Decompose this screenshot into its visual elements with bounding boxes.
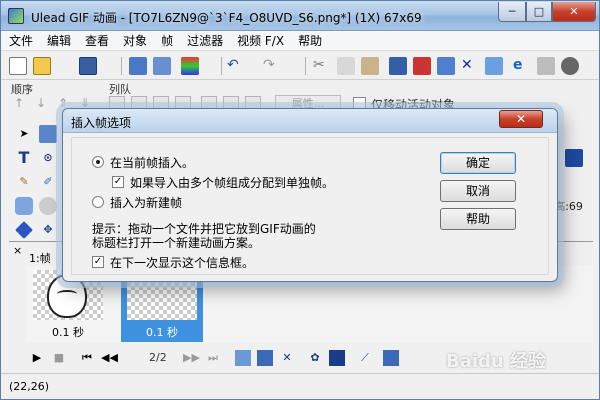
eraser-icon[interactable] [15, 197, 33, 215]
cursor-coordinates: (22,26) [9, 380, 50, 393]
help-button[interactable]: 帮助 [440, 208, 516, 230]
move-down-icon[interactable]: ↓ [35, 96, 47, 110]
frame-panel-label: 1:帧 [29, 252, 51, 265]
minimize-button[interactable]: ─ [498, 2, 526, 22]
toolbar-separator [221, 57, 222, 75]
frame-delay: 0.1 秒 [52, 326, 84, 339]
shape-tool-icon[interactable] [15, 221, 33, 239]
undo-icon[interactable]: ↶ [227, 57, 245, 75]
dialog-title: 插入帧选项 [71, 116, 132, 130]
queue-label: 列队 [109, 83, 131, 96]
insert-before-current-radio[interactable] [92, 156, 104, 168]
cancel-button[interactable]: 取消 [440, 180, 516, 202]
open-folder-icon[interactable] [33, 57, 51, 75]
insert-new-frame-radio[interactable] [92, 196, 104, 208]
menu-video-fx[interactable]: 视频 F/X [237, 32, 284, 49]
hint-line-2: 标题栏打开一个新建动画方案。 [92, 236, 261, 250]
dialog-body: 在当前帧插入。 ✓ 如果导入由多个帧组成分配到单独帧。 插入为新建帧 提示：拖动… [71, 137, 549, 275]
toolbar-separator [121, 57, 122, 75]
status-bar: (22,26) [1, 373, 599, 399]
fill-icon[interactable] [39, 197, 57, 215]
hand-tool-icon[interactable]: ✥ [39, 221, 57, 239]
frame-panel-close-icon[interactable]: × [13, 244, 22, 257]
dialog-close-button[interactable]: ✕ [499, 110, 543, 128]
frame-counter: 2/2 [149, 351, 167, 364]
order-label: 顺序 [11, 83, 33, 96]
stop-icon[interactable]: ■ [51, 350, 67, 366]
delete-frame-icon[interactable]: ✕ [279, 350, 295, 366]
insert-image-icon[interactable] [129, 57, 147, 75]
main-toolbar: ↶ ↷ ✂ ✕ e [1, 52, 599, 80]
menu-view[interactable]: 查看 [85, 32, 109, 49]
properties-icon[interactable] [565, 149, 583, 167]
menu-frame[interactable]: 帧 [161, 32, 173, 49]
palette-icon[interactable] [537, 57, 555, 75]
eyedropper-icon[interactable]: ✐ [39, 173, 57, 191]
menu-filter[interactable]: 过滤器 [187, 32, 223, 49]
insert-new-frame-label: 插入为新建帧 [110, 196, 183, 210]
cut-icon[interactable]: ✂ [313, 57, 331, 75]
help-icon[interactable] [561, 57, 579, 75]
first-frame-icon[interactable]: ⏮ [79, 350, 95, 366]
add-frame-icon[interactable] [235, 350, 251, 366]
redo-icon[interactable]: ↷ [263, 57, 281, 75]
title-bar[interactable]: Ulead GIF 动画 - [TO7L6ZN9@`3`F4_O8UVD_S6.… [1, 1, 599, 31]
duplicate-frame-icon[interactable] [257, 350, 273, 366]
export-icon[interactable] [153, 57, 171, 75]
split-multi-frame-label: 如果导入由多个帧组成分配到单独帧。 [130, 176, 335, 190]
play-icon[interactable]: ▶ [29, 350, 45, 366]
browser-icon[interactable]: e [513, 57, 531, 75]
copy-icon[interactable] [337, 57, 355, 75]
paintbrush-icon[interactable]: ✎ [15, 173, 33, 191]
app-icon [8, 8, 24, 24]
frame-icon[interactable] [389, 57, 407, 75]
insert-before-current-label: 在当前帧插入。 [110, 156, 195, 170]
crop-icon[interactable] [437, 57, 455, 75]
menu-object[interactable]: 对象 [123, 32, 147, 49]
menu-file[interactable]: 文件 [9, 32, 33, 49]
move-up-icon[interactable]: ↑ [13, 96, 25, 110]
banner-text-icon[interactable] [329, 350, 345, 366]
tool-palette: ➤ T ⊙ ✎ ✐ ✥ [9, 121, 63, 241]
preview-icon[interactable] [485, 57, 503, 75]
menu-bar: 文件 编辑 查看 对象 帧 过滤器 视频 F/X 帮助 [1, 31, 599, 51]
marquee-tool-icon[interactable] [39, 125, 57, 143]
show-next-time-label: 在下一次显示这个信息框。 [110, 256, 255, 270]
frame-delay: 0.1 秒 [146, 326, 178, 339]
previous-frame-icon[interactable]: ◀◀ [101, 350, 118, 366]
ok-button[interactable]: 确定 [440, 152, 516, 174]
maximize-button[interactable]: □ [526, 2, 552, 22]
tools-icon[interactable]: ✕ [461, 57, 479, 75]
window-title: Ulead GIF 动画 - [TO7L6ZN9@`3`F4_O8UVD_S6.… [31, 11, 422, 25]
dialog-title-bar[interactable]: 插入帧选项 ✕ [63, 109, 557, 133]
transition-icon[interactable]: ⟋ [357, 350, 373, 366]
text-tool-icon[interactable]: T [15, 149, 33, 167]
frame-properties-icon[interactable] [383, 350, 399, 366]
optimize-icon[interactable] [413, 57, 431, 75]
watermark-logo: Baidu 经验 [446, 351, 547, 372]
magic-wand-icon[interactable]: ⊙ [39, 149, 57, 167]
close-button[interactable]: ✕ [552, 2, 596, 22]
menu-edit[interactable]: 编辑 [47, 32, 71, 49]
toolbar-separator [305, 57, 306, 75]
show-next-time-checkbox[interactable]: ✓ [92, 256, 104, 268]
insert-frame-options-dialog: 插入帧选项 ✕ 在当前帧插入。 ✓ 如果导入由多个帧组成分配到单独帧。 插入为新… [62, 108, 558, 282]
new-file-icon[interactable] [9, 57, 27, 75]
menu-help[interactable]: 帮助 [298, 32, 322, 49]
last-frame-icon[interactable]: ⏭ [205, 350, 221, 366]
tween-icon[interactable]: ✿ [307, 350, 323, 366]
pointer-tool-icon[interactable]: ➤ [15, 125, 33, 143]
paste-icon[interactable] [361, 57, 379, 75]
next-frame-icon[interactable]: ▶▶ [183, 350, 200, 366]
color-palette-icon[interactable] [181, 57, 199, 75]
save-icon[interactable] [79, 57, 97, 75]
split-multi-frame-checkbox[interactable]: ✓ [112, 176, 124, 188]
